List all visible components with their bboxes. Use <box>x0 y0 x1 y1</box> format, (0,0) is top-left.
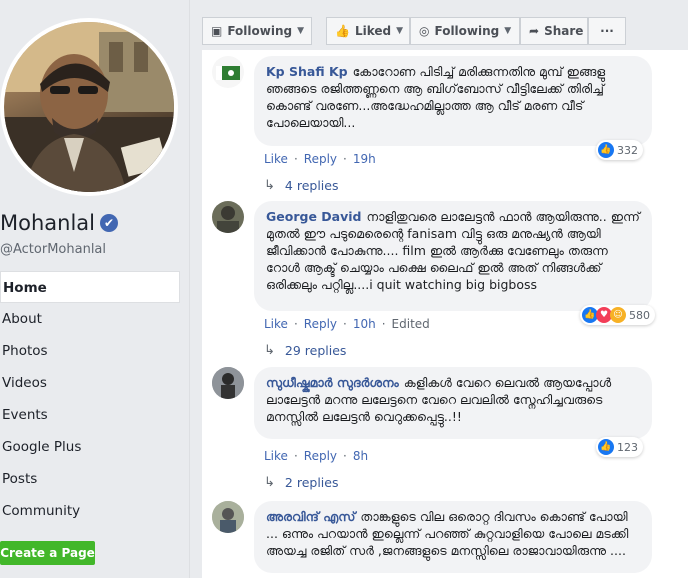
nav-item-home[interactable]: Home <box>0 271 180 303</box>
comment-bubble: George David നാളിതുവരെ ലാലേട്ടൻ ഫാൻ ആയിരു… <box>254 201 652 311</box>
like-reaction-icon: 👍 <box>598 142 614 158</box>
thumbs-up-icon: 👍 <box>335 24 350 38</box>
page-action-bar: ▣ Following ▼ 👍 Liked ▼ ◎ Following ▼ ➦ … <box>202 17 626 47</box>
reaction-total: 123 <box>617 440 638 454</box>
nav-item-community[interactable]: Community <box>0 495 180 527</box>
reaction-total: 580 <box>629 308 650 322</box>
comment-author[interactable]: Kp Shafi Kp <box>266 64 348 79</box>
create-page-button[interactable]: Create a Page <box>0 541 95 565</box>
comment-actions: Like · Reply · 10h · Edited <box>264 317 430 331</box>
nav-item-google-plus[interactable]: Google Plus <box>0 431 180 463</box>
comment-author[interactable]: സുധീഷ്കുമാർ സുദർശനം <box>266 375 399 390</box>
following-page-icon: ▣ <box>211 24 223 38</box>
like-link[interactable]: Like <box>264 449 288 463</box>
comment-author[interactable]: അരവിന്ദ് എസ് <box>266 509 355 524</box>
liked-label: Liked <box>354 24 392 38</box>
share-label: Share <box>544 24 584 38</box>
following-dropdown-label: Following <box>227 24 293 38</box>
like-link[interactable]: Like <box>264 152 288 166</box>
commenter-avatar[interactable] <box>212 201 244 233</box>
liked-button[interactable]: 👍 Liked ▼ <box>326 17 410 45</box>
profile-picture-frame[interactable] <box>0 18 178 196</box>
nav-item-photos[interactable]: Photos <box>0 335 180 367</box>
comments-panel: Kp Shafi Kp കോറോണ പിടിച്ച് മരിക്കുന്നതിനു… <box>202 50 688 578</box>
comment-timestamp[interactable]: 19h <box>353 152 376 166</box>
share-button[interactable]: ➦ Share <box>520 17 588 45</box>
more-options-button[interactable]: ··· <box>588 17 626 45</box>
share-arrow-icon: ➦ <box>529 24 540 38</box>
nav-item-about[interactable]: About <box>0 303 180 335</box>
following-label: Following <box>434 24 500 38</box>
chevron-down-icon: ▼ <box>297 26 305 36</box>
left-sidebar: Mohanlal ✔ @ActorMohanlal Home About Pho… <box>0 0 190 578</box>
following-button[interactable]: ◎ Following ▼ <box>410 17 520 45</box>
comment-timestamp[interactable]: 8h <box>353 449 368 463</box>
reaction-count[interactable]: 👍 332 <box>596 140 643 160</box>
like-reaction-icon: 👍 <box>598 439 614 455</box>
reply-arrow-icon: ↳ <box>264 475 275 490</box>
page-handle[interactable]: @ActorMohanlal <box>0 242 106 257</box>
chevron-down-icon: ▼ <box>504 26 512 36</box>
like-link[interactable]: Like <box>264 317 288 331</box>
comment-timestamp[interactable]: 10h <box>353 317 376 331</box>
nav-item-events[interactable]: Events <box>0 399 180 431</box>
comment-bubble: Kp Shafi Kp കോറോണ പിടിച്ച് മരിക്കുന്നതിനു… <box>254 56 652 146</box>
page-name[interactable]: Mohanlal ✔ <box>0 211 118 235</box>
reaction-total: 332 <box>617 143 638 157</box>
view-replies-link[interactable]: ↳ 29 replies <box>264 343 346 358</box>
verified-badge-icon: ✔ <box>100 214 118 232</box>
nav-item-videos[interactable]: Videos <box>0 367 180 399</box>
reply-link[interactable]: Reply <box>304 152 337 166</box>
reply-arrow-icon: ↳ <box>264 343 275 358</box>
following-dropdown-button[interactable]: ▣ Following ▼ <box>202 17 312 45</box>
comment-actions: Like · Reply · 19h <box>264 152 376 166</box>
comment-bubble: അരവിന്ദ് എസ് താങ്കളുടെ വില ഒരൊറ്റ ദിവസം ക… <box>254 501 652 573</box>
view-replies-link[interactable]: ↳ 4 replies <box>264 178 338 193</box>
reply-link[interactable]: Reply <box>304 449 337 463</box>
edited-label[interactable]: Edited <box>392 317 430 331</box>
chevron-down-icon: ▼ <box>396 26 404 36</box>
view-replies-link[interactable]: ↳ 2 replies <box>264 475 338 490</box>
commenter-avatar[interactable] <box>212 56 244 88</box>
replies-count[interactable]: 4 replies <box>285 178 339 193</box>
commenter-avatar[interactable] <box>212 367 244 399</box>
reaction-count[interactable]: 👍 ♥ ☺ 580 <box>580 305 655 325</box>
comment-bubble: സുധീഷ്കുമാർ സുദർശനം കളികൾ വേറെ ലെവൽ ആയപ്പ… <box>254 367 652 439</box>
replies-count[interactable]: 29 replies <box>285 343 347 358</box>
comment-actions: Like · Reply · 8h <box>264 449 369 463</box>
haha-reaction-icon: ☺ <box>610 307 626 323</box>
commenter-avatar[interactable] <box>212 501 244 533</box>
rss-icon: ◎ <box>419 24 430 38</box>
replies-count[interactable]: 2 replies <box>285 475 339 490</box>
reaction-count[interactable]: 👍 123 <box>596 437 643 457</box>
page-name-text[interactable]: Mohanlal <box>0 211 95 235</box>
comment-author[interactable]: George David <box>266 209 361 224</box>
reply-arrow-icon: ↳ <box>264 178 275 193</box>
reply-link[interactable]: Reply <box>304 317 337 331</box>
nav-item-posts[interactable]: Posts <box>0 463 180 495</box>
profile-picture[interactable] <box>4 22 174 192</box>
page-nav: Home About Photos Videos Events Google P… <box>0 271 180 527</box>
